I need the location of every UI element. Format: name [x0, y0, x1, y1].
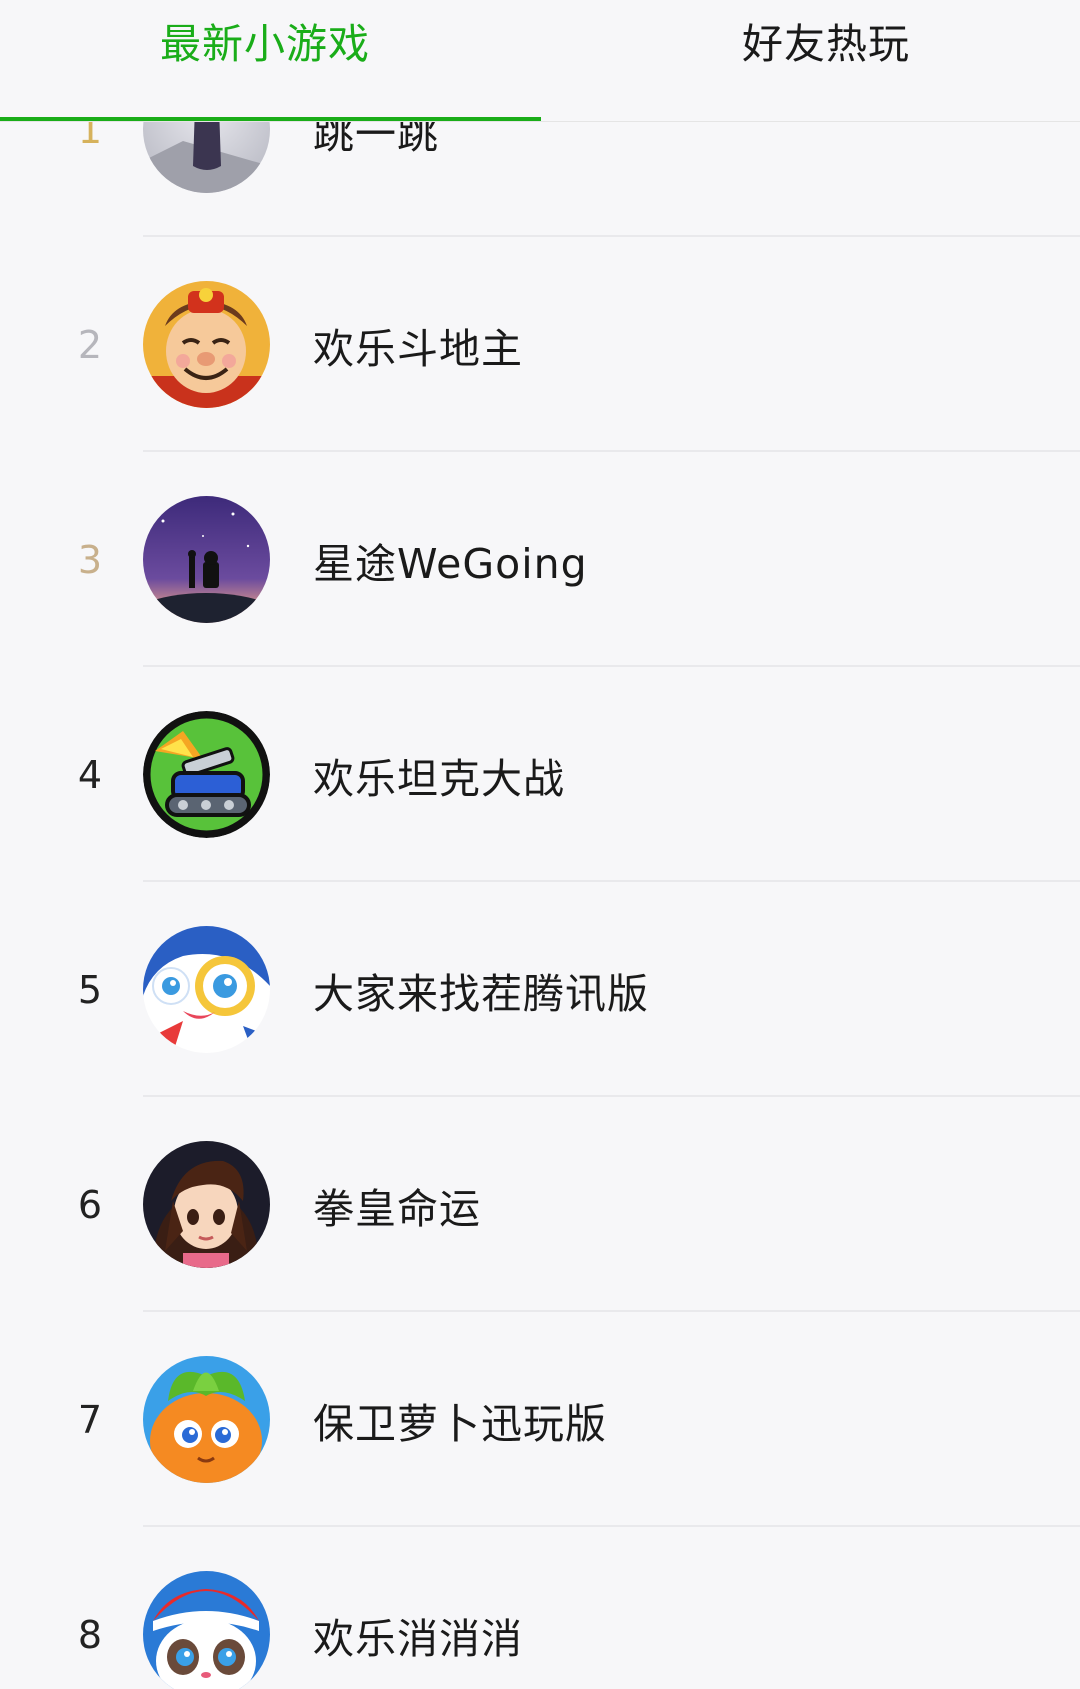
rank-number: 8: [77, 1612, 103, 1657]
tab-friends-popular[interactable]: 好友热玩: [540, 0, 1080, 118]
rank-number: 2: [77, 322, 103, 367]
wegoing-icon[interactable]: [143, 496, 270, 623]
tab-latest-mini-games[interactable]: 最新小游戏: [0, 0, 540, 118]
spot-difference-icon[interactable]: [143, 926, 270, 1053]
carrot-defense-icon[interactable]: [143, 1356, 270, 1483]
tank-battle-icon[interactable]: [143, 711, 270, 838]
rank-number: 4: [77, 752, 103, 797]
game-row[interactable]: 3 星途WeGoing: [0, 452, 1080, 667]
rank-number: 3: [77, 537, 103, 582]
rank-number: 7: [77, 1397, 103, 1442]
rank-number: 6: [77, 1182, 103, 1227]
game-name: 保卫萝卜迅玩版: [313, 1399, 607, 1448]
landlord-icon[interactable]: [143, 281, 270, 408]
game-row[interactable]: 2 欢乐斗地主: [0, 237, 1080, 452]
game-list: 1 跳一跳 2 欢乐斗地主 3 星途WeGoing 4 欢乐坦克大战 5 大家来…: [0, 22, 1080, 1689]
game-name: 星途WeGoing: [313, 539, 588, 588]
kof-destiny-icon[interactable]: [143, 1141, 270, 1268]
game-name: 拳皇命运: [313, 1184, 481, 1233]
tab-bar: 最新小游戏 好友热玩: [0, 0, 1080, 122]
mini-games-page: 1 跳一跳 2 欢乐斗地主 3 星途WeGoing 4 欢乐坦克大战 5 大家来…: [0, 0, 1080, 1689]
game-name: 欢乐消消消: [313, 1614, 523, 1663]
game-row[interactable]: 6 拳皇命运: [0, 1097, 1080, 1312]
game-name: 欢乐斗地主: [313, 324, 523, 373]
game-row[interactable]: 5 大家来找茬腾讯版: [0, 882, 1080, 1097]
game-row[interactable]: 4 欢乐坦克大战: [0, 667, 1080, 882]
tab-bar-divider: [0, 121, 1080, 122]
happy-match-icon[interactable]: [143, 1571, 270, 1689]
game-row[interactable]: 7 保卫萝卜迅玩版: [0, 1312, 1080, 1527]
game-row[interactable]: 8 欢乐消消消: [0, 1527, 1080, 1689]
game-name: 大家来找茬腾讯版: [313, 969, 649, 1018]
rank-number: 5: [77, 967, 103, 1012]
game-name: 欢乐坦克大战: [313, 754, 565, 803]
